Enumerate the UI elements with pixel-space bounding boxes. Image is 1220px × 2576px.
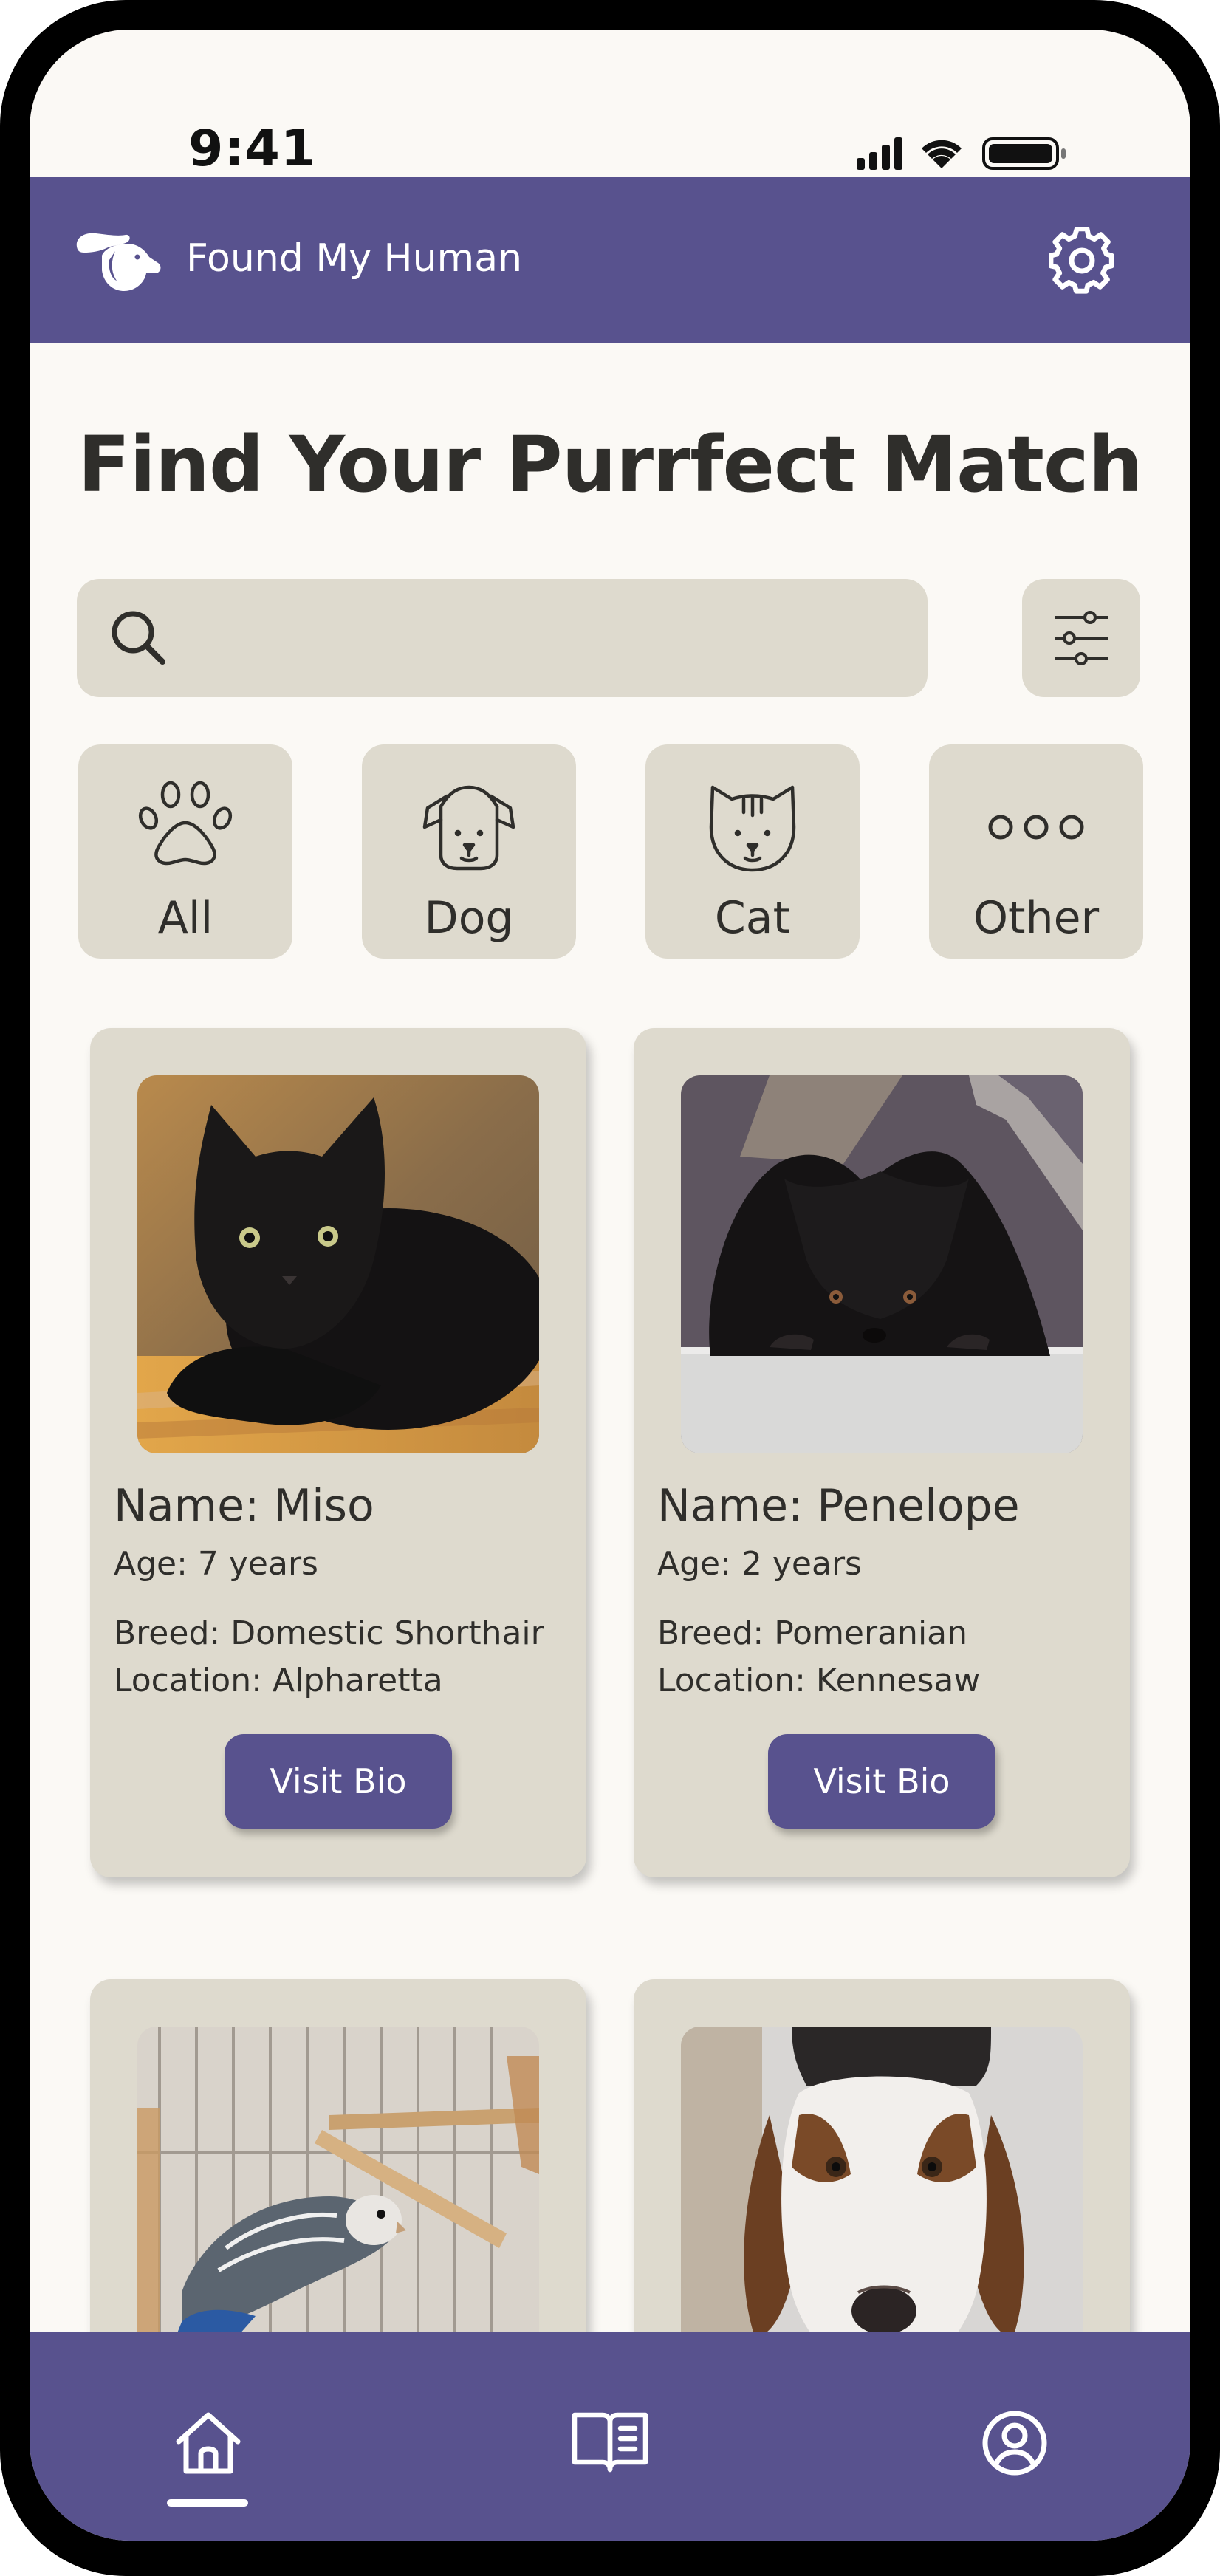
category-label: All (157, 892, 213, 944)
pet-name: Name: Miso (114, 1480, 374, 1532)
category-other[interactable]: Other (929, 744, 1143, 959)
status-time: 9:41 (188, 120, 317, 178)
cellular-signal-icon (857, 137, 902, 170)
category-label: Dog (424, 892, 514, 944)
status-bar: 9:41 (30, 30, 1190, 178)
filter-button[interactable] (1022, 579, 1140, 697)
dog-hand-logo-icon (76, 233, 161, 291)
page-title: Find Your Purrfect Match (78, 419, 1142, 510)
pet-location: Location: Kennesaw (657, 1662, 981, 1699)
search-input[interactable] (188, 609, 897, 668)
pet-name: Name: Penelope (657, 1480, 1020, 1532)
app-screen: 9:41 Found My Human Find Your Purrfect M… (30, 30, 1190, 2541)
dog-face-icon (422, 785, 515, 871)
black-pomeranian-photo (681, 1075, 1083, 1453)
search-icon (112, 611, 165, 665)
search-bar[interactable] (77, 579, 928, 697)
status-icons (857, 137, 1066, 170)
wifi-icon (922, 140, 962, 168)
category-dog[interactable]: Dog (362, 744, 576, 959)
pet-card-miso[interactable]: Name: Miso Age: 7 years Breed: Domestic … (90, 1028, 586, 1877)
pet-location: Location: Alpharetta (114, 1662, 443, 1699)
book-icon[interactable] (572, 2406, 648, 2480)
active-tab-indicator (167, 2499, 248, 2507)
pet-age: Age: 2 years (657, 1545, 862, 1583)
user-circle-icon[interactable] (978, 2406, 1052, 2480)
pet-card-penelope[interactable]: Name: Penelope Age: 2 years Breed: Pomer… (634, 1028, 1130, 1877)
paw-icon (138, 781, 233, 866)
category-cat[interactable]: Cat (645, 744, 860, 959)
app-header: Found My Human (30, 177, 1190, 343)
gear-icon[interactable] (1049, 227, 1115, 294)
home-icon[interactable] (171, 2406, 245, 2480)
category-label: Cat (714, 892, 791, 944)
pet-age: Age: 7 years (114, 1545, 318, 1583)
category-all[interactable]: All (78, 744, 292, 959)
pet-breed: Breed: Domestic Shorthair (114, 1614, 544, 1652)
sliders-icon (1055, 611, 1108, 665)
visit-bio-button[interactable]: Visit Bio (768, 1734, 995, 1829)
bottom-nav (30, 2332, 1190, 2541)
app-title: Found My Human (186, 236, 523, 281)
cat-face-icon (709, 785, 796, 872)
visit-bio-button[interactable]: Visit Bio (225, 1734, 452, 1829)
three-dots-icon (988, 815, 1084, 840)
category-label: Other (973, 892, 1100, 944)
black-cat-photo (137, 1075, 539, 1453)
pet-breed: Breed: Pomeranian (657, 1614, 968, 1652)
phone-frame: 9:41 Found My Human Find Your Purrfect M… (0, 0, 1220, 2576)
battery-icon (982, 137, 1066, 170)
